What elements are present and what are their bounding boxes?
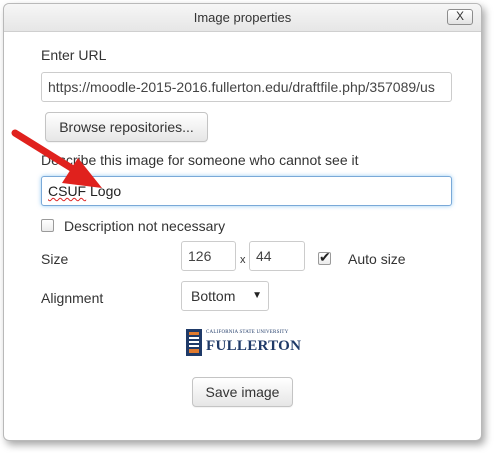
annotation-arrow-icon (11, 129, 102, 188)
